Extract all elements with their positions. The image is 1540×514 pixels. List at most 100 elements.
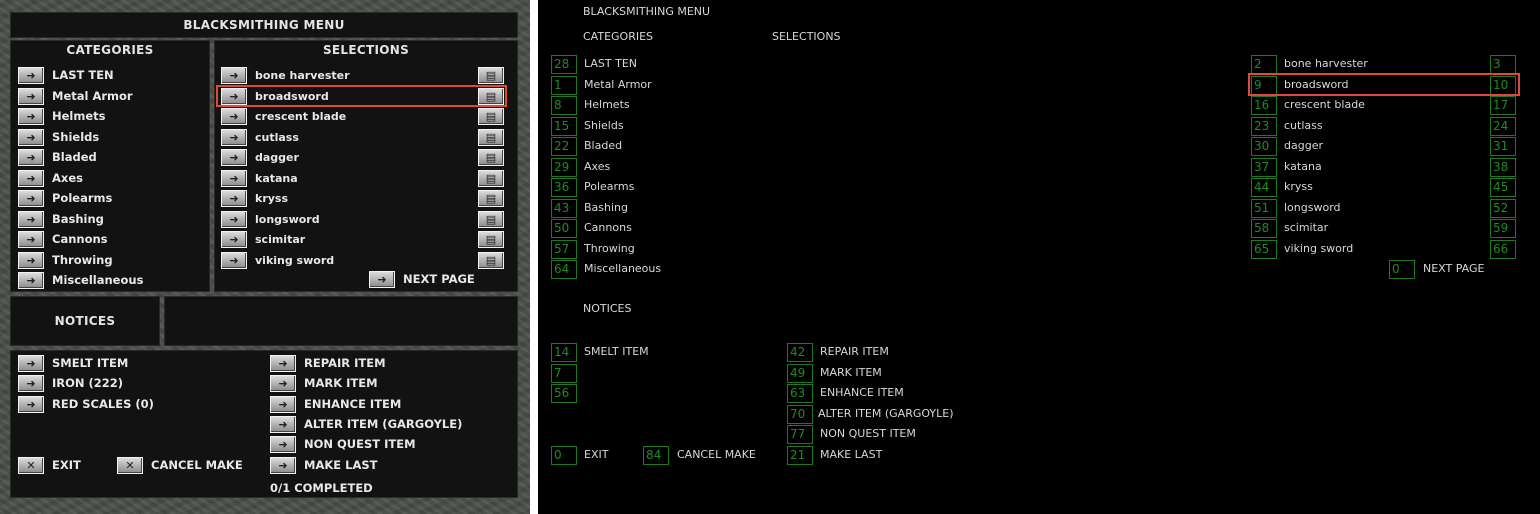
category-id-box[interactable]: 50 bbox=[551, 219, 577, 238]
selection-info-id-box[interactable]: 3 bbox=[1490, 55, 1516, 74]
selection-make-button[interactable]: ➜ bbox=[221, 67, 247, 84]
option-id-box[interactable]: 14 bbox=[551, 343, 577, 362]
selection-id-box[interactable]: 44 bbox=[1251, 178, 1277, 197]
category-label: Axes bbox=[584, 160, 611, 173]
category-label: Miscellaneous bbox=[52, 273, 144, 287]
category-label: Polearms bbox=[52, 191, 113, 205]
option-id-box[interactable]: 70 bbox=[787, 405, 813, 424]
selection-info-button[interactable]: ▤ bbox=[478, 170, 504, 187]
category-id-box[interactable]: 22 bbox=[551, 137, 577, 156]
selection-label: bone harvester bbox=[255, 69, 350, 82]
selection-id-box[interactable]: 30 bbox=[1251, 137, 1277, 156]
selection-info-id-box[interactable]: 31 bbox=[1490, 137, 1516, 156]
smelt-item-button[interactable]: ➜ bbox=[18, 355, 44, 372]
selection-info-button[interactable]: ▤ bbox=[478, 108, 504, 125]
category-id-box[interactable]: 8 bbox=[551, 96, 577, 115]
category-label: Bashing bbox=[52, 212, 104, 226]
category-button[interactable]: ➜ bbox=[18, 231, 44, 248]
selection-id-box[interactable]: 16 bbox=[1251, 96, 1277, 115]
selection-info-button[interactable]: ▤ bbox=[478, 129, 504, 146]
category-button[interactable]: ➜ bbox=[18, 149, 44, 166]
selection-info-id-box[interactable]: 24 bbox=[1490, 117, 1516, 136]
category-button[interactable]: ➜ bbox=[18, 67, 44, 84]
selection-info-id-box[interactable]: 52 bbox=[1490, 199, 1516, 218]
iron-material-button[interactable]: ➜ bbox=[18, 375, 44, 392]
exit-button[interactable]: ✕ bbox=[18, 457, 44, 474]
selection-make-button[interactable]: ➜ bbox=[221, 108, 247, 125]
option-id-box[interactable]: 49 bbox=[787, 364, 813, 383]
selection-make-button[interactable]: ➜ bbox=[221, 211, 247, 228]
red-scales-button[interactable]: ➜ bbox=[18, 396, 44, 413]
cancel-make-id-box[interactable]: 84 bbox=[643, 446, 669, 465]
non-quest-item-button[interactable]: ➜ bbox=[270, 436, 296, 453]
selection-info-id-box[interactable]: 17 bbox=[1490, 96, 1516, 115]
selection-label: katana bbox=[255, 172, 298, 185]
category-button[interactable]: ➜ bbox=[18, 88, 44, 105]
category-id-box[interactable]: 28 bbox=[551, 55, 577, 74]
selection-info-button[interactable]: ▤ bbox=[478, 67, 504, 84]
selection-make-button[interactable]: ➜ bbox=[221, 190, 247, 207]
option-id-box[interactable]: 21 bbox=[787, 446, 813, 465]
selection-make-button[interactable]: ➜ bbox=[221, 252, 247, 269]
alter-item-button[interactable]: ➜ bbox=[270, 416, 296, 433]
category-button[interactable]: ➜ bbox=[18, 129, 44, 146]
category-id-box[interactable]: 36 bbox=[551, 178, 577, 197]
option-label: MAKE LAST bbox=[820, 448, 883, 461]
next-page-button[interactable]: ➜ bbox=[369, 271, 395, 288]
selection-info-button[interactable]: ▤ bbox=[478, 190, 504, 207]
category-button[interactable]: ➜ bbox=[18, 252, 44, 269]
next-page-id-box[interactable]: 0 bbox=[1389, 260, 1415, 279]
selection-info-id-box[interactable]: 38 bbox=[1490, 158, 1516, 177]
selection-id-box[interactable]: 23 bbox=[1251, 117, 1277, 136]
enhance-item-button[interactable]: ➜ bbox=[270, 396, 296, 413]
selection-id-box[interactable]: 58 bbox=[1251, 219, 1277, 238]
category-button[interactable]: ➜ bbox=[18, 190, 44, 207]
highlight-box-annotated bbox=[1248, 73, 1520, 96]
option-id-box[interactable]: 42 bbox=[787, 343, 813, 362]
category-button[interactable]: ➜ bbox=[18, 211, 44, 228]
selection-make-button[interactable]: ➜ bbox=[221, 149, 247, 166]
category-label: Cannons bbox=[52, 232, 108, 246]
category-button[interactable]: ➜ bbox=[18, 108, 44, 125]
selection-make-button[interactable]: ➜ bbox=[221, 231, 247, 248]
mark-item-button[interactable]: ➜ bbox=[270, 375, 296, 392]
selection-info-button[interactable]: ▤ bbox=[478, 149, 504, 166]
category-id-box[interactable]: 64 bbox=[551, 260, 577, 279]
category-label: Helmets bbox=[52, 109, 106, 123]
category-id-box[interactable]: 57 bbox=[551, 240, 577, 259]
option-id-box[interactable]: 63 bbox=[787, 384, 813, 403]
category-id-box[interactable]: 43 bbox=[551, 199, 577, 218]
option-id-box[interactable]: 56 bbox=[551, 384, 577, 403]
selection-label: dagger bbox=[255, 151, 299, 164]
category-id-box[interactable]: 15 bbox=[551, 117, 577, 136]
selection-make-button[interactable]: ➜ bbox=[221, 170, 247, 187]
selection-make-button[interactable]: ➜ bbox=[221, 129, 247, 146]
selection-info-button[interactable]: ▤ bbox=[478, 211, 504, 228]
make-last-button[interactable]: ➜ bbox=[270, 457, 296, 474]
cancel-make-label: CANCEL MAKE bbox=[677, 448, 756, 461]
option-label: SMELT ITEM bbox=[52, 356, 129, 370]
category-id-box[interactable]: 29 bbox=[551, 158, 577, 177]
selection-info-id-box[interactable]: 45 bbox=[1490, 178, 1516, 197]
selection-info-id-box[interactable]: 66 bbox=[1490, 240, 1516, 259]
cancel-make-button[interactable]: ✕ bbox=[117, 457, 143, 474]
selection-info-button[interactable]: ▤ bbox=[478, 252, 504, 269]
repair-item-button[interactable]: ➜ bbox=[270, 355, 296, 372]
option-id-box[interactable]: 7 bbox=[551, 364, 577, 383]
selection-label: viking sword bbox=[1284, 242, 1354, 255]
option-label: RED SCALES (0) bbox=[52, 397, 154, 411]
selection-id-box[interactable]: 65 bbox=[1251, 240, 1277, 259]
option-id-box[interactable]: 77 bbox=[787, 425, 813, 444]
category-button[interactable]: ➜ bbox=[18, 272, 44, 289]
category-id-box[interactable]: 1 bbox=[551, 76, 577, 95]
selection-id-box[interactable]: 37 bbox=[1251, 158, 1277, 177]
selection-info-id-box[interactable]: 59 bbox=[1490, 219, 1516, 238]
notices-header: NOTICES bbox=[54, 314, 116, 328]
category-button[interactable]: ➜ bbox=[18, 170, 44, 187]
selection-info-button[interactable]: ▤ bbox=[478, 231, 504, 248]
selection-id-box[interactable]: 2 bbox=[1251, 55, 1277, 74]
selection-id-box[interactable]: 51 bbox=[1251, 199, 1277, 218]
selection-label: dagger bbox=[1284, 139, 1323, 152]
exit-id-box[interactable]: 0 bbox=[551, 446, 577, 465]
category-label: Bashing bbox=[584, 201, 628, 214]
